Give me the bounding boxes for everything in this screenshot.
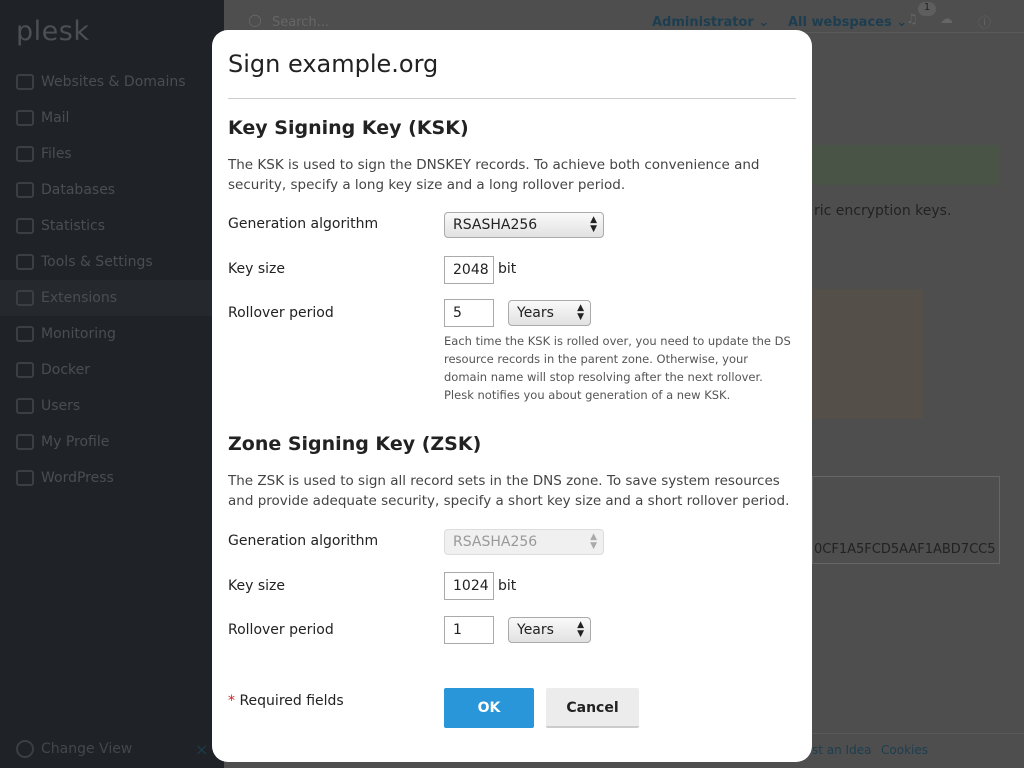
required-fields-note: * Required fields xyxy=(228,693,344,709)
sidebar-item-label: Tools & Settings xyxy=(41,254,153,270)
sidebar-item-label: Docker xyxy=(41,362,91,378)
notification-badge: 1 xyxy=(918,2,936,16)
required-label: Required fields xyxy=(239,693,344,709)
sidebar-item-docker[interactable]: Docker xyxy=(0,352,224,388)
zsk-key-size-input[interactable]: 1024 xyxy=(444,572,494,600)
sidebar-item-label: Extensions xyxy=(41,290,118,306)
zsk-rollover-input[interactable]: 1 xyxy=(444,616,494,644)
sidebar-item-label: Mail xyxy=(41,110,70,126)
key-fingerprint: 0CF1A5FCD5AAF1ABD7CC5 xyxy=(814,542,996,557)
cloud-icon[interactable]: ☁ xyxy=(940,12,953,27)
sidebar-item-tools-settings[interactable]: Tools & Settings xyxy=(0,244,224,280)
select-arrows-icon: ▲ ▼ xyxy=(590,215,597,234)
user-menu[interactable]: Administrator ⌄ xyxy=(652,15,769,30)
cookies-link[interactable]: Cookies xyxy=(881,743,928,757)
select-value: Years xyxy=(517,305,554,321)
sign-dialog: Sign example.org Key Signing Key (KSK) T… xyxy=(212,30,812,762)
suggest-idea-link[interactable]: st an Idea xyxy=(812,743,871,757)
zsk-description: The ZSK is used to sign all record sets … xyxy=(228,473,790,509)
select-arrows-icon: ▲ ▼ xyxy=(577,303,584,322)
ksk-rollover-unit-select[interactable]: Years ▲ ▼ xyxy=(508,300,591,326)
sidebar: plesk Websites & Domains Mail Files Data… xyxy=(0,0,224,768)
background-text: ric encryption keys. xyxy=(814,203,952,219)
ksk-key-size-unit: bit xyxy=(498,261,517,277)
sidebar-item-label: Monitoring xyxy=(41,326,116,342)
zsk-rollover-label: Rollover period xyxy=(228,622,334,638)
folder-icon xyxy=(16,146,34,162)
sidebar-item-label: My Profile xyxy=(41,434,110,450)
select-arrows-icon: ▲ ▼ xyxy=(590,532,597,551)
zsk-key-size-label: Key size xyxy=(228,578,285,594)
ksk-key-size-input[interactable]: 2048 xyxy=(444,256,494,284)
sidebar-item-wordpress[interactable]: WordPress xyxy=(0,460,224,496)
sidebar-item-label: Users xyxy=(41,398,81,414)
select-arrows-icon: ▲ ▼ xyxy=(577,620,584,639)
zsk-algorithm-select: RSASHA256 ▲ ▼ xyxy=(444,529,604,555)
ksk-algorithm-label: Generation algorithm xyxy=(228,216,379,232)
plesk-logo[interactable]: plesk xyxy=(16,16,89,47)
sidebar-item-databases[interactable]: Databases xyxy=(0,172,224,208)
change-view-label: Change View xyxy=(41,741,133,757)
sidebar-item-label: Statistics xyxy=(41,218,105,234)
sidebar-item-users[interactable]: Users xyxy=(0,388,224,424)
zsk-rollover-unit-select[interactable]: Years ▲ ▼ xyxy=(508,617,591,643)
ksk-rollover-input[interactable]: 5 xyxy=(444,299,494,327)
ksk-rollover-label: Rollover period xyxy=(228,305,334,321)
monitor-icon xyxy=(16,74,34,90)
topbar: ○ Search... Administrator ⌄ All webspace… xyxy=(224,0,1024,33)
divider xyxy=(228,98,796,99)
select-value: Years xyxy=(517,622,554,638)
ksk-key-size-label: Key size xyxy=(228,261,285,277)
dialog-title: Sign example.org xyxy=(228,50,439,78)
sidebar-item-monitoring[interactable]: Monitoring xyxy=(0,316,224,352)
chart-icon xyxy=(16,218,34,234)
sliders-icon xyxy=(16,254,34,270)
ok-button[interactable]: OK xyxy=(444,688,534,728)
search-icon: ○ xyxy=(248,10,262,29)
profile-icon xyxy=(16,434,34,450)
search-input[interactable]: Search... xyxy=(272,15,329,30)
database-icon xyxy=(16,182,34,198)
success-banner xyxy=(812,145,1000,185)
close-icon[interactable]: × xyxy=(195,740,208,759)
select-value: RSASHA256 xyxy=(453,217,538,233)
zsk-key-size-unit: bit xyxy=(498,578,517,594)
extensions-icon xyxy=(16,290,34,306)
compass-icon xyxy=(16,740,34,758)
zsk-algorithm-label: Generation algorithm xyxy=(228,533,379,549)
cancel-button[interactable]: Cancel xyxy=(546,688,639,728)
change-view-button[interactable]: Change View xyxy=(16,740,132,758)
sidebar-item-label: Databases xyxy=(41,182,116,198)
docker-icon xyxy=(16,362,34,378)
select-value: RSASHA256 xyxy=(453,534,538,550)
help-icon[interactable]: ⓘ xyxy=(978,12,991,31)
ksk-algorithm-select[interactable]: RSASHA256 ▲ ▼ xyxy=(444,212,604,238)
sidebar-item-my-profile[interactable]: My Profile xyxy=(0,424,224,460)
ksk-heading: Key Signing Key (KSK) xyxy=(228,117,469,139)
sidebar-item-label: Files xyxy=(41,146,72,162)
user-icon xyxy=(16,398,34,414)
sidebar-item-files[interactable]: Files xyxy=(0,136,224,172)
ksk-description: The KSK is used to sign the DNSKEY recor… xyxy=(228,157,760,193)
sidebar-item-websites-domains[interactable]: Websites & Domains xyxy=(0,64,224,100)
sidebar-nav: Websites & Domains Mail Files Databases … xyxy=(0,64,224,496)
sidebar-item-mail[interactable]: Mail xyxy=(0,100,224,136)
monitoring-icon xyxy=(16,326,34,342)
sidebar-item-statistics[interactable]: Statistics xyxy=(0,208,224,244)
sidebar-item-label: WordPress xyxy=(41,470,114,486)
required-star: * xyxy=(228,693,235,709)
zsk-heading: Zone Signing Key (ZSK) xyxy=(228,433,482,455)
notifications-icon[interactable]: ♫ xyxy=(906,12,918,27)
warning-box xyxy=(812,289,923,419)
webspaces-menu[interactable]: All webspaces ⌄ xyxy=(788,15,907,30)
sidebar-item-label: Websites & Domains xyxy=(41,74,186,90)
wordpress-icon xyxy=(16,470,34,486)
ksk-hint: Each time the KSK is rolled over, you ne… xyxy=(444,334,791,402)
mail-icon xyxy=(16,110,34,126)
sidebar-item-extensions[interactable]: Extensions xyxy=(0,280,224,316)
